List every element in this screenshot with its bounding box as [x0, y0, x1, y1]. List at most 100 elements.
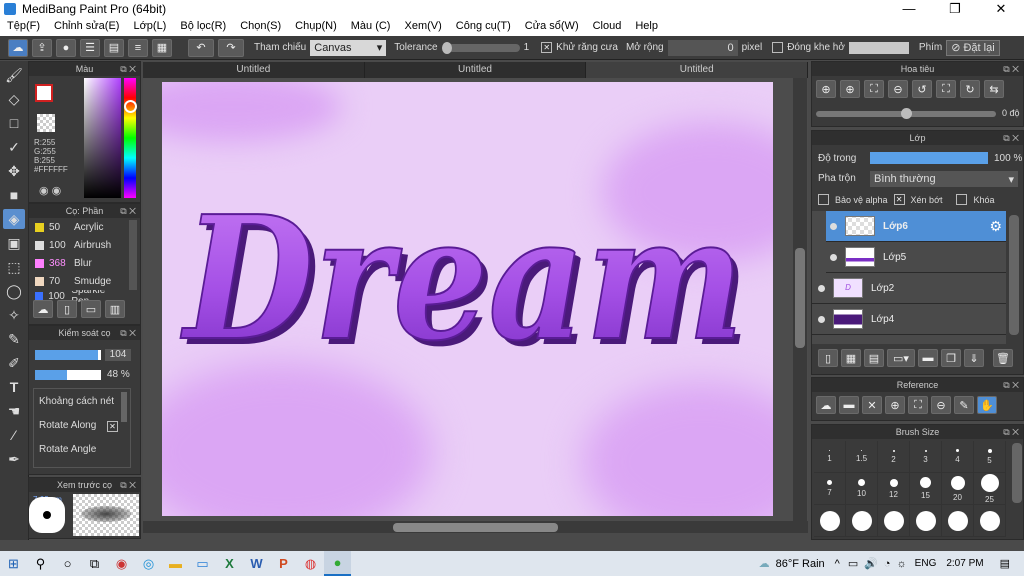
close-icon[interactable]: ✕	[978, 0, 1024, 18]
brush-size-cell[interactable]	[910, 505, 942, 537]
app-icon-red[interactable]: ◉	[108, 551, 135, 576]
palette-icon[interactable]: ◉ ◉	[39, 184, 61, 197]
panel-close-icon[interactable]: ⧉ ✕	[120, 204, 136, 218]
merge-layer-icon[interactable]: ⇓	[964, 349, 984, 367]
cloud-download-icon[interactable]: ☁	[33, 300, 53, 318]
brush-size-cell[interactable]: 7	[814, 473, 846, 505]
fill-rectangle-icon[interactable]: ■	[3, 185, 25, 205]
battery-icon[interactable]: ▭	[848, 557, 858, 570]
gradient-tool-icon[interactable]: ▣	[3, 233, 25, 253]
brush-size-cell[interactable]	[814, 505, 846, 537]
menu-file[interactable]: Tệp(F)	[0, 18, 47, 36]
share-icon[interactable]: ⇪	[32, 38, 52, 57]
zoom-out-icon[interactable]: ⊖	[931, 396, 951, 414]
network-icon[interactable]: ◔	[884, 558, 891, 570]
reset-button[interactable]: ⊘ Đặt lại	[946, 39, 1000, 56]
menu-color[interactable]: Màu (C)	[344, 18, 398, 36]
open-folder-icon[interactable]: ▬	[839, 396, 859, 414]
primary-color-swatch[interactable]	[35, 84, 53, 102]
brush-item[interactable]: 50 Acrylic	[29, 218, 127, 236]
brush-tool-icon[interactable]: 🖌	[3, 65, 25, 85]
line-tool-icon[interactable]: ✓	[3, 137, 25, 157]
grid-icon[interactable]: ▤	[104, 38, 124, 57]
rotate-right-icon[interactable]: ↻	[960, 80, 980, 98]
panel-close-icon[interactable]: ⧉ ✕	[120, 326, 136, 340]
menu-filter[interactable]: Bộ lọc(R)	[173, 18, 233, 36]
bucket-tool-icon[interactable]: ◈	[3, 209, 25, 229]
brush-size-cell[interactable]	[878, 505, 910, 537]
reset-view-icon[interactable]: ⛶	[936, 80, 956, 98]
notifications-icon[interactable]: ▤	[1000, 557, 1010, 570]
delete-brush-icon[interactable]: ▥	[105, 300, 125, 318]
visibility-icon[interactable]	[818, 284, 825, 292]
panel-close-icon[interactable]: ⧉ ✕	[1003, 62, 1019, 76]
gear-icon[interactable]: ⚙	[989, 218, 1002, 235]
menu-view[interactable]: Xem(V)	[397, 18, 448, 36]
visibility-icon[interactable]	[830, 253, 837, 261]
brush-size-scrollbar[interactable]	[1012, 443, 1022, 503]
list-icon[interactable]: ☰	[80, 38, 100, 57]
menu-select[interactable]: Chọn(S)	[233, 18, 288, 36]
brush-size-cell[interactable]: 2	[878, 441, 910, 473]
menu-help[interactable]: Help	[628, 18, 665, 36]
close-reference-icon[interactable]: ✕	[862, 396, 882, 414]
eraser-tool-icon[interactable]: ◇	[3, 89, 25, 109]
brush-item[interactable]: 70 Smudge	[29, 272, 127, 290]
redo-icon[interactable]: ↷	[218, 38, 244, 57]
flip-icon[interactable]: ⇆	[984, 80, 1004, 98]
delete-layer-icon[interactable]: 🗑	[993, 349, 1013, 367]
reference-select[interactable]: Canvas ▾	[310, 39, 387, 56]
brush-opacity-slider[interactable]	[35, 370, 101, 380]
brush-size-cell[interactable]	[974, 505, 1006, 537]
brush-size-cell[interactable]: 15	[910, 473, 942, 505]
slider-handle[interactable]	[441, 41, 452, 54]
task-view-icon[interactable]: ⧉	[81, 551, 108, 576]
comment-icon[interactable]: ●	[56, 38, 76, 57]
canvas-vertical-scrollbar[interactable]	[793, 78, 807, 521]
tolerance-slider[interactable]	[441, 41, 520, 54]
chrome-icon[interactable]: ◍	[297, 551, 324, 576]
rectangle-tool-icon[interactable]: □	[3, 113, 25, 133]
layer-item[interactable]: Lớp4	[812, 304, 1006, 335]
windows-start-icon[interactable]: ⊞	[0, 551, 27, 576]
brush-size-cell[interactable]: 4	[942, 441, 974, 473]
minimize-icon[interactable]: —	[886, 0, 932, 18]
layout-icon[interactable]: ▦	[152, 38, 172, 57]
tab-untitled-1[interactable]: Untitled	[143, 62, 365, 78]
brush-size-cell[interactable]: 25	[974, 473, 1006, 505]
brush-size-cell[interactable]: 3	[910, 441, 942, 473]
file-explorer-icon[interactable]: ▬	[162, 551, 189, 576]
canvas-horizontal-scrollbar[interactable]	[143, 521, 808, 533]
move-tool-icon[interactable]: ✥	[3, 161, 25, 181]
visibility-icon[interactable]	[830, 222, 837, 230]
expand-spinner[interactable]: 0	[667, 39, 738, 56]
brush-item[interactable]: 368 Blur	[29, 254, 127, 272]
rotation-slider[interactable]	[816, 108, 996, 119]
blend-select[interactable]: Bình thường ▾	[870, 171, 1018, 187]
menu-icon[interactable]: ≡	[128, 38, 148, 57]
undo-icon[interactable]: ↶	[188, 38, 214, 57]
menu-cloud[interactable]: Cloud	[586, 18, 629, 36]
lasso-tool-icon[interactable]: ◯	[3, 281, 25, 301]
add-brush-icon[interactable]: ▭	[81, 300, 101, 318]
rotate-along-checkbox[interactable]: ✕	[107, 421, 118, 432]
brush-size-value[interactable]: 104	[105, 349, 131, 361]
rotate-left-icon[interactable]: ↺	[912, 80, 932, 98]
add-layer-dropdown-icon[interactable]: ▭▾	[887, 349, 915, 367]
maximize-icon[interactable]: ❐	[932, 0, 978, 18]
monitor-icon[interactable]: ▭	[189, 551, 216, 576]
panel-close-icon[interactable]: ⧉ ✕	[1003, 425, 1019, 439]
menu-window[interactable]: Cửa sổ(W)	[518, 18, 586, 36]
tray-arrow-icon[interactable]: ^	[835, 558, 840, 570]
hand-tool-icon[interactable]: ☚	[3, 401, 25, 421]
search-icon[interactable]: ⚲	[27, 551, 54, 576]
antialias-checkbox[interactable]: ✕	[541, 42, 553, 53]
brush-list-scrollbar[interactable]	[129, 220, 137, 290]
layer-item[interactable]: Lớp5	[826, 242, 1006, 273]
cloud-icon[interactable]: ☁	[8, 38, 28, 57]
eyedropper-icon[interactable]: ⁄	[3, 425, 25, 445]
folder-icon[interactable]: ▬	[918, 349, 938, 367]
brush-control-scrollbar[interactable]	[121, 392, 127, 422]
layer-opacity-slider[interactable]	[870, 152, 988, 164]
new-brush-icon[interactable]: ▯	[57, 300, 77, 318]
